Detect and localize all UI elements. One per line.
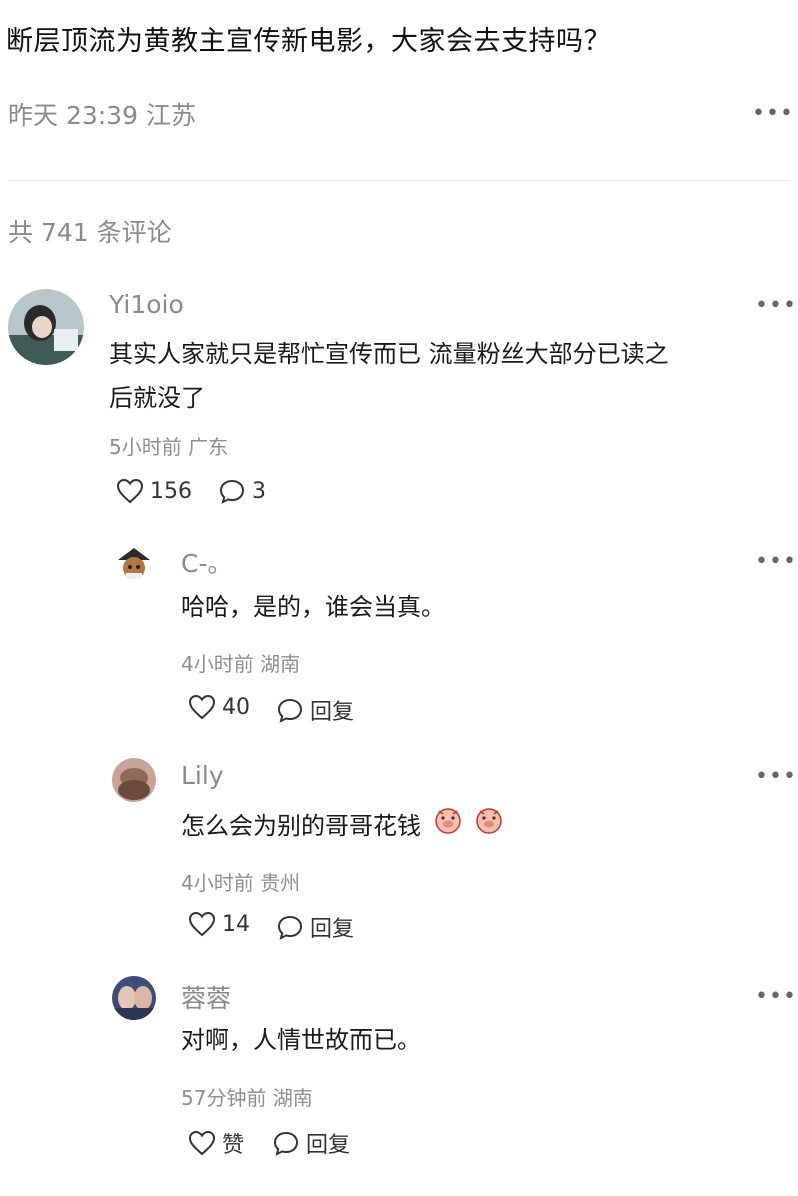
- like-count: 40: [222, 694, 250, 720]
- like-button[interactable]: 赞: [188, 1127, 244, 1159]
- pig-face-emoji-icon: [474, 805, 504, 849]
- reply-meta: 4小时前 湖南: [181, 648, 300, 677]
- reply-meta: 57分钟前 湖南: [181, 1082, 313, 1111]
- reply-text-content: 怎么会为别的哥哥花钱: [181, 812, 421, 840]
- heart-icon: [188, 911, 216, 937]
- post-location: 江苏: [145, 101, 196, 130]
- avatar[interactable]: [112, 758, 156, 802]
- reply-meta: 4小时前 贵州: [181, 867, 300, 896]
- avatar[interactable]: [112, 540, 156, 584]
- reply-label: 回复: [310, 700, 355, 725]
- like-button[interactable]: 40: [188, 694, 250, 720]
- comment-location: 广东: [188, 435, 229, 459]
- like-label: 赞: [222, 1133, 245, 1158]
- post-meta: 昨天 23:39 江苏: [8, 96, 196, 132]
- reply-count: 3: [252, 478, 266, 504]
- post-title: 断层顶流为黄教主宣传新电影，大家会去支持吗？: [6, 26, 611, 57]
- comment-text-line: 后就没了: [109, 384, 205, 412]
- reply-text: 对啊，人情世故而已。: [181, 1026, 421, 1054]
- reply-button[interactable]: 回复: [276, 911, 354, 943]
- reply-username[interactable]: C-。: [181, 544, 232, 580]
- reply-label: 回复: [306, 1133, 351, 1158]
- reply-more-icon[interactable]: •••: [755, 986, 797, 1008]
- reply-count-button[interactable]: 3: [218, 478, 266, 504]
- like-button[interactable]: 156: [116, 478, 192, 504]
- comment-bubble-icon: [272, 1130, 300, 1156]
- reply-time: 4小时前: [181, 871, 254, 895]
- comment-time: 5小时前: [109, 435, 182, 459]
- reply-text: 怎么会为别的哥哥花钱: [181, 804, 504, 849]
- like-count: 156: [150, 478, 192, 504]
- comment-bubble-icon: [218, 478, 246, 504]
- avatar[interactable]: [8, 289, 84, 365]
- reply-username[interactable]: Lily: [181, 761, 224, 790]
- heart-icon: [116, 478, 144, 504]
- reply-username[interactable]: 蓉蓉: [181, 979, 231, 1015]
- heart-icon: [188, 1130, 216, 1156]
- reply-time: 57分钟前: [181, 1086, 267, 1110]
- divider: [8, 180, 790, 181]
- reply-location: 湖南: [260, 652, 301, 676]
- comment-more-icon[interactable]: •••: [755, 295, 797, 317]
- avatar[interactable]: [112, 976, 156, 1020]
- reply-location: 湖南: [272, 1086, 313, 1110]
- post-date: 昨天 23:39: [8, 101, 138, 130]
- like-button[interactable]: 14: [188, 911, 250, 937]
- comment-username[interactable]: Yi1oio: [109, 290, 184, 319]
- comment-bubble-icon: [276, 914, 304, 940]
- like-count: 14: [222, 911, 250, 937]
- reply-label: 回复: [310, 917, 355, 942]
- reply-button[interactable]: 回复: [276, 694, 354, 726]
- comment-text-line: 其实人家就只是帮忙宣传而已 流量粉丝大部分已读之: [109, 340, 669, 368]
- reply-more-icon[interactable]: •••: [755, 551, 797, 573]
- comment-count: 共 741 条评论: [8, 218, 172, 247]
- post-more-icon[interactable]: •••: [752, 103, 794, 125]
- reply-more-icon[interactable]: •••: [755, 766, 797, 788]
- comment-text: 其实人家就只是帮忙宣传而已 流量粉丝大部分已读之 后就没了: [109, 332, 779, 420]
- reply-location: 贵州: [260, 871, 301, 895]
- heart-icon: [188, 694, 216, 720]
- comment-meta: 5小时前 广东: [109, 431, 228, 460]
- reply-text: 哈哈，是的，谁会当真。: [181, 593, 445, 621]
- comment-bubble-icon: [276, 697, 304, 723]
- reply-button[interactable]: 回复: [272, 1127, 350, 1159]
- pig-face-emoji-icon: [433, 805, 463, 849]
- reply-time: 4小时前: [181, 652, 254, 676]
